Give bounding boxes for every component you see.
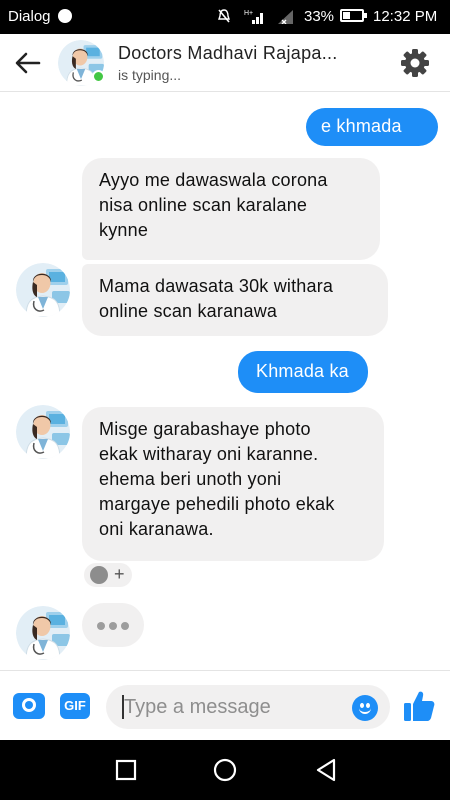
contact-name[interactable]: Doctors Madhavi Rajapa... xyxy=(118,43,338,64)
battery-icon xyxy=(340,9,367,22)
recent-apps-icon[interactable] xyxy=(112,756,140,784)
message-line: ekak witharay oni karanne. xyxy=(99,444,319,464)
clock: 12:32 PM xyxy=(373,8,438,25)
message-composer: GIF xyxy=(0,670,450,740)
gif-icon[interactable]: GIF xyxy=(60,693,90,719)
message-incoming[interactable]: Ayyo me dawaswala corona nisa online sca… xyxy=(82,158,380,260)
thumbs-up-icon[interactable] xyxy=(402,689,436,723)
carrier-name: Dialog xyxy=(8,8,51,25)
plus-icon: + xyxy=(114,564,125,584)
carrier-logo-icon xyxy=(58,9,72,23)
signal-h-plus-icon: H+ xyxy=(244,10,263,24)
message-incoming[interactable]: Misge garabashaye photo ekak witharay on… xyxy=(82,407,384,561)
back-icon[interactable] xyxy=(312,756,340,784)
message-input[interactable] xyxy=(106,685,390,729)
sender-avatar[interactable] xyxy=(16,405,70,459)
message-line: Mama dawasata 30k withara xyxy=(99,276,334,296)
add-reaction-button[interactable]: + xyxy=(84,563,132,587)
typing-dot xyxy=(109,622,117,630)
message-outgoing[interactable]: e khmada xyxy=(306,108,438,146)
svg-text:H+: H+ xyxy=(244,10,253,17)
system-nav-bar xyxy=(0,740,450,800)
message-line: online scan karanawa xyxy=(99,301,278,321)
typing-dot xyxy=(121,622,129,630)
emoji-icon[interactable] xyxy=(352,695,378,721)
message-line: Misge garabashaye photo xyxy=(99,419,311,439)
typing-status: is typing... xyxy=(118,67,182,83)
typing-dot xyxy=(97,622,105,630)
message-line: margaye pehedili photo ekak xyxy=(99,494,335,514)
battery-percentage: 33% xyxy=(304,8,335,25)
home-icon[interactable] xyxy=(211,756,239,784)
text-cursor xyxy=(122,695,124,719)
online-status-dot xyxy=(92,70,105,83)
typing-indicator xyxy=(82,603,144,647)
camera-icon[interactable] xyxy=(13,693,45,719)
message-list[interactable]: e khmada Ayyo me dawaswala corona nisa o… xyxy=(0,92,450,670)
smiley-icon xyxy=(90,566,108,584)
back-arrow-icon[interactable] xyxy=(14,50,42,76)
mute-icon xyxy=(218,9,230,23)
signal-strength-icon xyxy=(278,10,293,24)
message-line: nisa online scan karalane xyxy=(99,195,308,215)
message-outgoing[interactable]: Khmada ka xyxy=(238,351,368,393)
message-line: oni karanawa. xyxy=(99,519,214,539)
sender-avatar[interactable] xyxy=(16,606,70,660)
message-line: Ayyo me dawaswala corona xyxy=(99,170,328,190)
sender-avatar[interactable] xyxy=(16,263,70,317)
message-line: ehema beri unoth yoni xyxy=(99,469,282,489)
message-line: kynne xyxy=(99,220,149,240)
message-incoming[interactable]: Mama dawasata 30k withara online scan ka… xyxy=(82,264,388,336)
gear-icon[interactable] xyxy=(400,48,430,78)
status-bar: Dialog H+ 33% 12:32 PM xyxy=(0,0,450,34)
conversation-header: Doctors Madhavi Rajapa... is typing... xyxy=(0,34,450,92)
